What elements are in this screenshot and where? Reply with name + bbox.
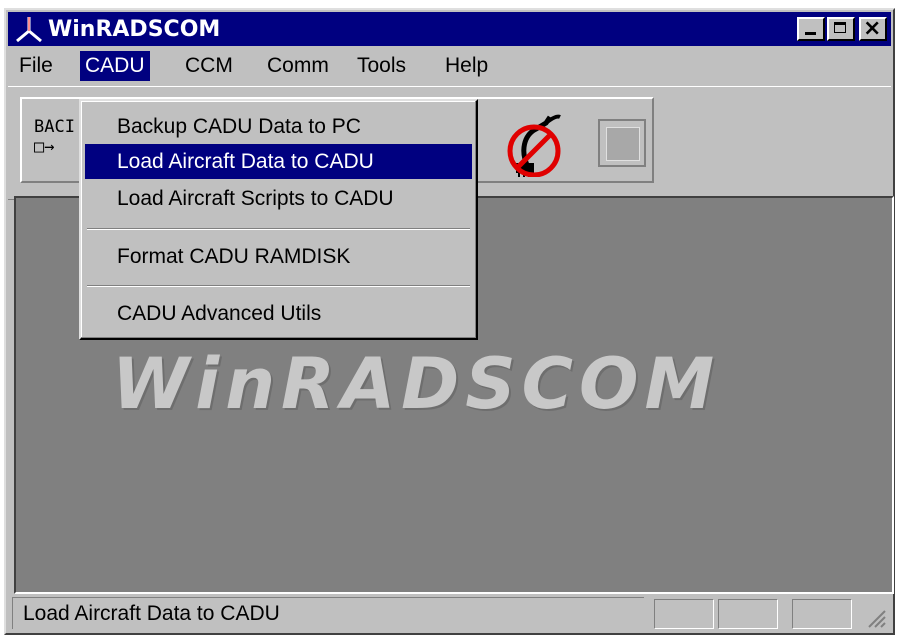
menu-help[interactable]: Help xyxy=(440,51,493,81)
menu-item-load-aircraft-data[interactable]: Load Aircraft Data to CADU xyxy=(85,144,472,179)
status-panel-1 xyxy=(654,599,714,629)
menu-cadu[interactable]: CADU xyxy=(80,51,150,81)
menu-item-load-aircraft-scripts[interactable]: Load Aircraft Scripts to CADU xyxy=(85,181,472,216)
minimize-button[interactable] xyxy=(797,17,825,41)
maximize-button[interactable] xyxy=(827,17,855,41)
menu-file[interactable]: File xyxy=(14,51,58,81)
status-panel-2 xyxy=(718,599,778,629)
status-bar: Load Aircraft Data to CADU xyxy=(8,595,891,631)
menu-item-format-ramdisk[interactable]: Format CADU RAMDISK xyxy=(85,239,472,274)
menu-item-backup-cadu[interactable]: Backup CADU Data to PC xyxy=(85,109,472,144)
menu-separator xyxy=(87,228,470,230)
menu-tools[interactable]: Tools xyxy=(352,51,411,81)
no-connection-icon[interactable] xyxy=(502,111,574,177)
disabled-stop-icon[interactable] xyxy=(598,119,646,167)
status-text: Load Aircraft Data to CADU xyxy=(12,597,644,629)
close-button[interactable]: × xyxy=(859,16,887,41)
menu-item-advanced-utils[interactable]: CADU Advanced Utils xyxy=(85,296,472,331)
cadu-dropdown-menu: Backup CADU Data to PC Load Aircraft Dat… xyxy=(79,99,478,340)
window-title: WinRADSCOM xyxy=(48,17,221,42)
menu-separator xyxy=(87,285,470,287)
backup-arrow-icon: □→ xyxy=(34,137,55,157)
backup-tool-label: BACI xyxy=(34,117,75,137)
menu-ccm[interactable]: CCM xyxy=(180,51,238,81)
watermark-logo: WinRADSCOM xyxy=(112,343,721,425)
resize-grip-icon[interactable] xyxy=(865,607,887,629)
status-panel-3 xyxy=(792,599,852,629)
menu-comm[interactable]: Comm xyxy=(262,51,334,81)
title-bar[interactable]: WinRADSCOM × xyxy=(8,12,891,46)
menu-bar: File CADU CCM Comm Tools Help xyxy=(8,48,891,84)
backup-tool-button[interactable]: BACI □→ xyxy=(34,117,75,157)
close-icon: × xyxy=(863,16,882,41)
app-logo-icon[interactable] xyxy=(14,15,44,43)
